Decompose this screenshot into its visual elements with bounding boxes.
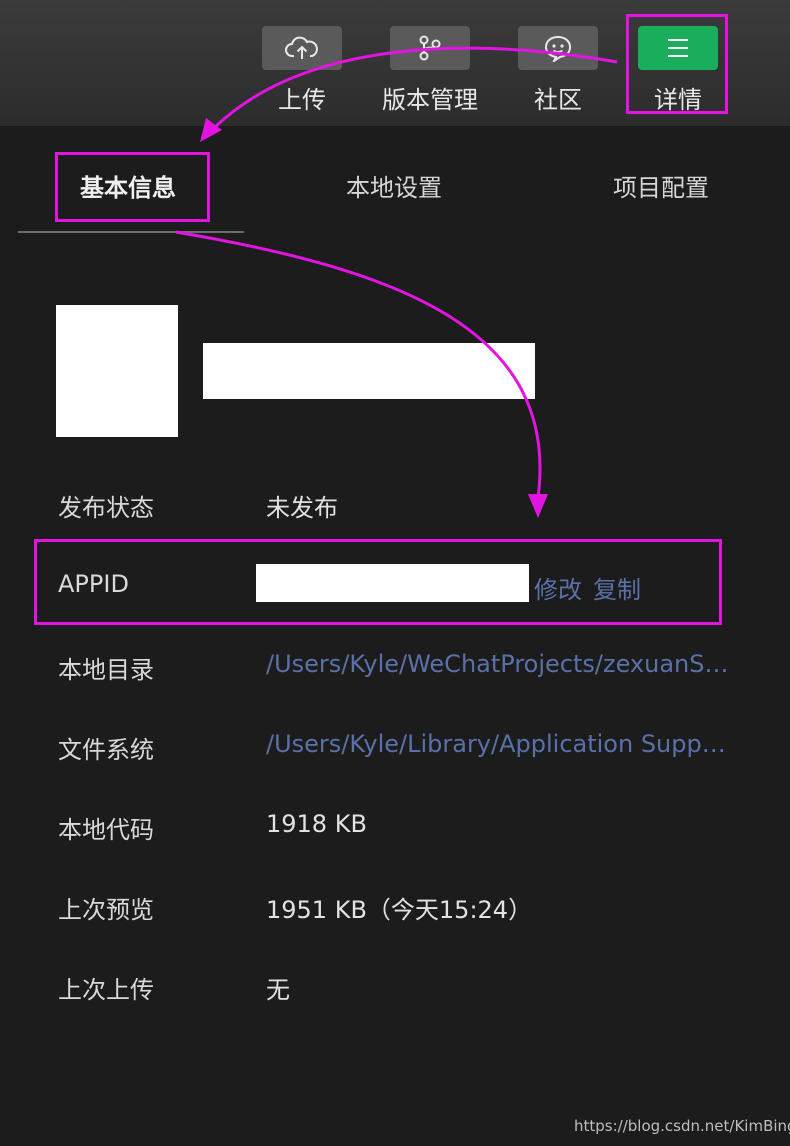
arrow-tab-to-appid <box>175 230 542 499</box>
arrowhead-appid <box>528 494 548 518</box>
annotation-arrows <box>175 46 618 518</box>
arrow-details-to-tab <box>208 46 618 134</box>
watermark: https://blog.csdn.net/KimBing <box>574 1117 790 1135</box>
